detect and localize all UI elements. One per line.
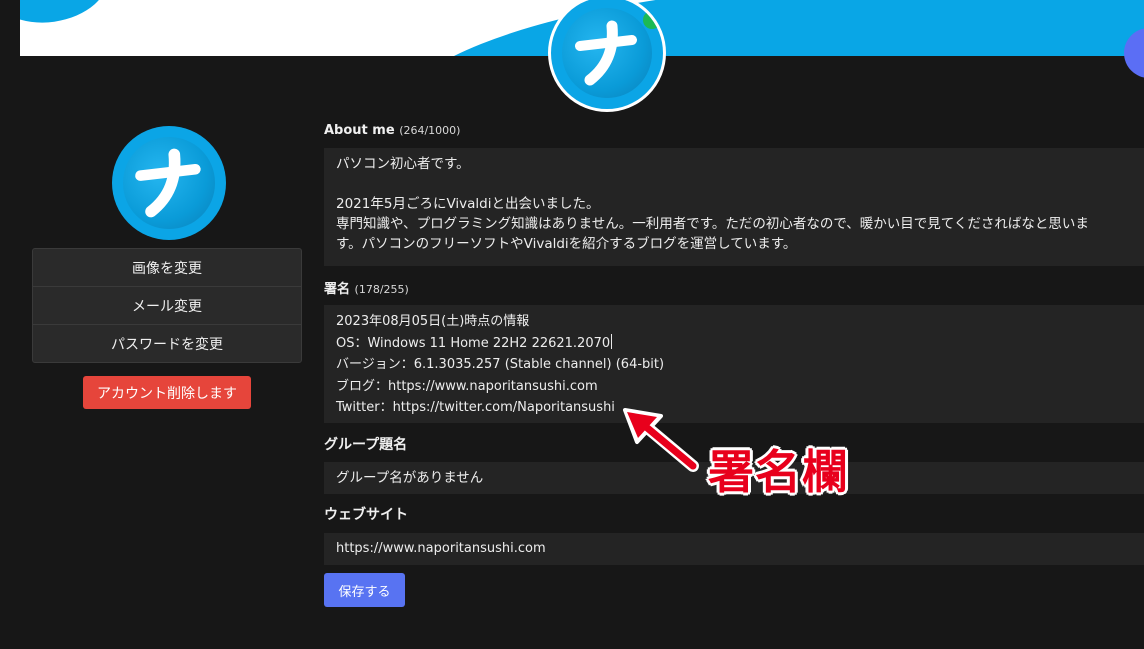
signature-count: (178/255): [354, 283, 409, 296]
save-button[interactable]: 保存する: [324, 573, 405, 607]
account-menu: 画像を変更 メール変更 パスワードを変更: [32, 248, 302, 363]
profile-avatar: [112, 126, 226, 240]
online-status-dot: [643, 11, 661, 29]
change-email-button[interactable]: メール変更: [33, 287, 301, 325]
website-field[interactable]: https://www.naporitansushi.com: [324, 533, 1144, 565]
group-title-label: グループ題名: [324, 437, 408, 453]
annotation-arrow-icon: [623, 408, 699, 472]
signature-textarea[interactable]: 2023年08月05日(土)時点の情報 OS：Windows 11 Home 2…: [324, 305, 1144, 423]
signature-annotation-label: 署名欄: [708, 445, 849, 499]
website-label: ウェブサイト: [324, 507, 408, 523]
profile-edit-page: 画像を変更 メール変更 パスワードを変更 アカウント削除します About me…: [0, 0, 1144, 649]
text-caret: [611, 333, 613, 349]
about-me-label: About me (264/1000): [324, 123, 461, 138]
signature-label: 署名 (178/255): [324, 282, 409, 297]
change-password-button[interactable]: パスワードを変更: [33, 325, 301, 362]
na-logo-icon: [575, 20, 637, 86]
na-logo-icon: [135, 148, 201, 218]
about-me-count: (264/1000): [399, 124, 461, 137]
change-image-button[interactable]: 画像を変更: [33, 249, 301, 287]
header-avatar[interactable]: [548, 0, 666, 112]
about-me-textarea[interactable]: パソコン初心者です。 2021年5月ごろにVivaldiと出会いました。 専門知…: [324, 148, 1144, 266]
delete-account-button[interactable]: アカウント削除します: [83, 376, 251, 409]
